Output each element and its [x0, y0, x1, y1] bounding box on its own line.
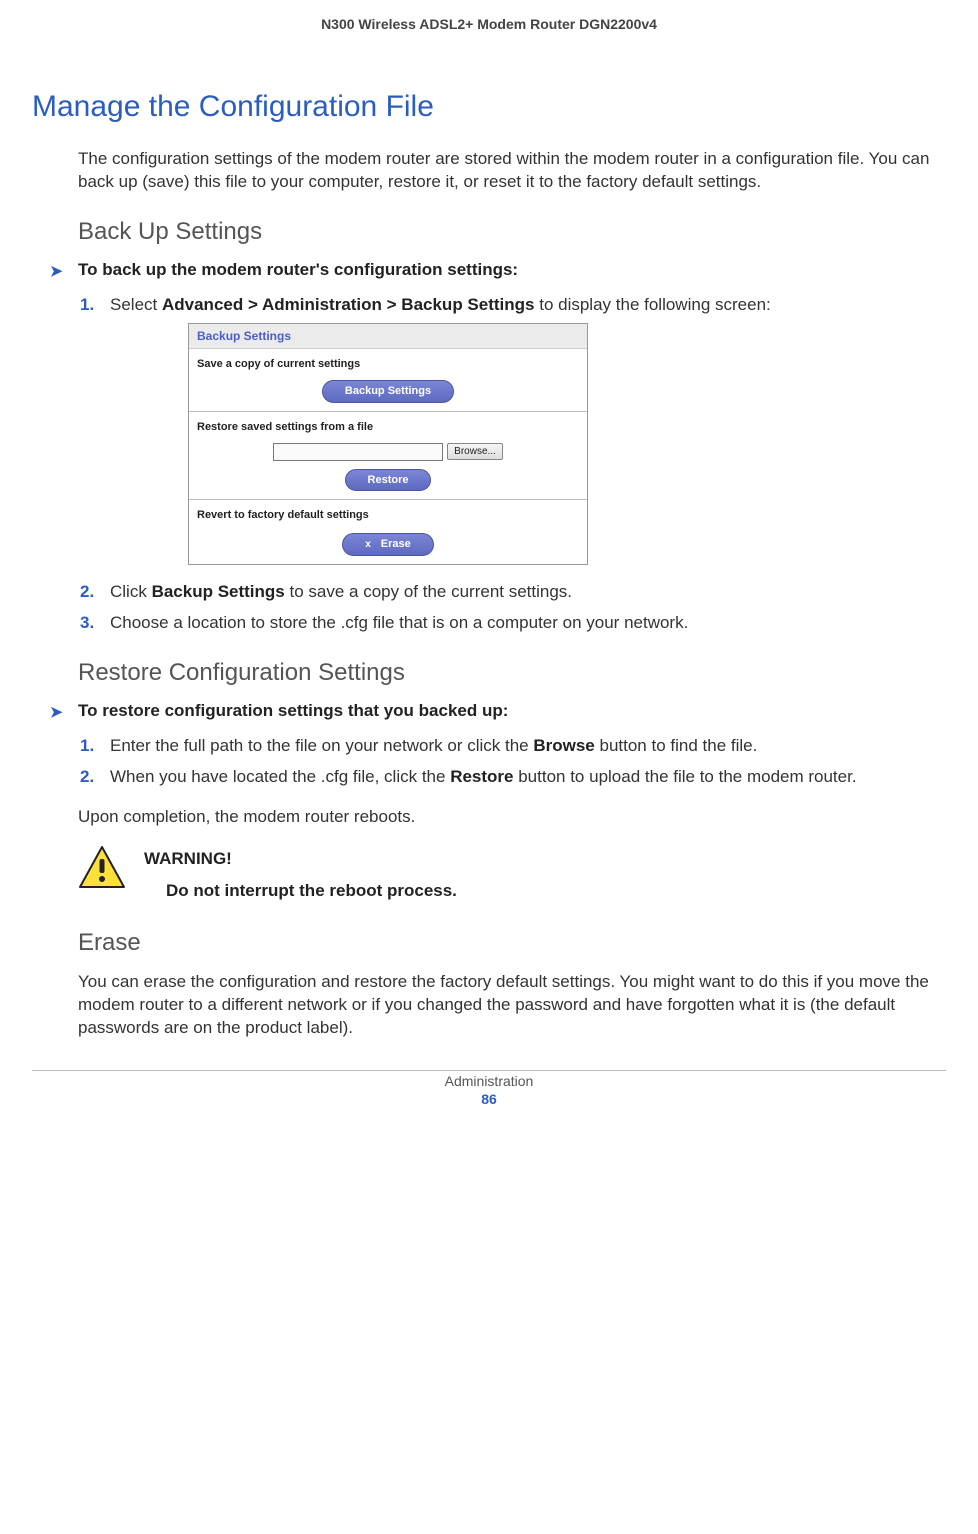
restore-step-1: 1. Enter the full path to the file on yo… — [110, 735, 946, 758]
step-number: 1. — [80, 294, 94, 317]
step-text-post: to display the following screen: — [535, 295, 771, 314]
step-bold: Advanced > Administration > Backup Setti… — [162, 295, 535, 314]
close-icon: x — [365, 538, 371, 552]
step-text: Choose a location to store the .cfg file… — [110, 613, 688, 632]
page-title: Manage the Configuration File — [32, 90, 946, 124]
procedure-heading-restore: ➤ To restore configuration settings that… — [78, 701, 946, 721]
backup-step-2: 2. Click Backup Settings to save a copy … — [110, 581, 946, 604]
section-heading-restore: Restore Configuration Settings — [78, 659, 946, 687]
footer-section-label: Administration — [32, 1073, 946, 1089]
step-text-post: button to find the file. — [595, 736, 758, 755]
shot-browse-button: Browse... — [447, 443, 503, 461]
intro-paragraph: The configuration settings of the modem … — [78, 148, 946, 194]
step-bold: Backup Settings — [152, 582, 285, 601]
shot-revert-label: Revert to factory default settings — [189, 500, 587, 529]
step-number: 1. — [80, 735, 94, 758]
footer-separator — [32, 1070, 946, 1071]
warning-body: Do not interrupt the reboot process. — [144, 881, 457, 901]
step-text: Enter the full path to the file on your … — [110, 736, 533, 755]
backup-step-1: 1. Select Advanced > Administration > Ba… — [110, 294, 946, 565]
warning-icon — [78, 845, 126, 894]
document-header: N300 Wireless ADSL2+ Modem Router DGN220… — [32, 10, 946, 72]
step-bold: Restore — [450, 767, 513, 786]
backup-step-3: 3. Choose a location to store the .cfg f… — [110, 612, 946, 635]
restore-step-2: 2. When you have located the .cfg file, … — [110, 766, 946, 789]
shot-erase-label: Erase — [381, 537, 411, 552]
procedure-title-text: To back up the modem router's configurat… — [78, 260, 518, 279]
step-text-post: button to upload the file to the modem r… — [514, 767, 857, 786]
step-number: 2. — [80, 581, 94, 604]
procedure-heading-backup: ➤ To back up the modem router's configur… — [78, 260, 946, 280]
shot-title: Backup Settings — [189, 324, 587, 349]
restore-completion-note: Upon completion, the modem router reboot… — [78, 807, 946, 827]
shot-erase-button: x Erase — [342, 533, 434, 556]
step-text-post: to save a copy of the current settings. — [285, 582, 572, 601]
section-heading-erase: Erase — [78, 929, 946, 957]
shot-backup-button: Backup Settings — [322, 380, 454, 403]
step-number: 2. — [80, 766, 94, 789]
warning-label: WARNING! — [144, 849, 457, 869]
shot-restore-label: Restore saved settings from a file — [189, 412, 587, 441]
procedure-arrow-icon: ➤ — [50, 703, 63, 721]
backup-settings-screenshot: Backup Settings Save a copy of current s… — [188, 323, 588, 565]
shot-save-label: Save a copy of current settings — [189, 349, 587, 378]
procedure-title-text: To restore configuration settings that y… — [78, 701, 508, 720]
warning-block: WARNING! Do not interrupt the reboot pro… — [78, 845, 946, 901]
step-bold: Browse — [533, 736, 594, 755]
step-number: 3. — [80, 612, 94, 635]
step-text: Click — [110, 582, 152, 601]
erase-paragraph: You can erase the configuration and rest… — [78, 971, 946, 1040]
step-text: When you have located the .cfg file, cli… — [110, 767, 450, 786]
step-text: Select — [110, 295, 162, 314]
footer-page-number: 86 — [32, 1091, 946, 1107]
procedure-arrow-icon: ➤ — [50, 262, 63, 280]
section-heading-backup: Back Up Settings — [78, 218, 946, 246]
shot-file-input — [273, 443, 443, 461]
shot-restore-button: Restore — [345, 469, 432, 492]
